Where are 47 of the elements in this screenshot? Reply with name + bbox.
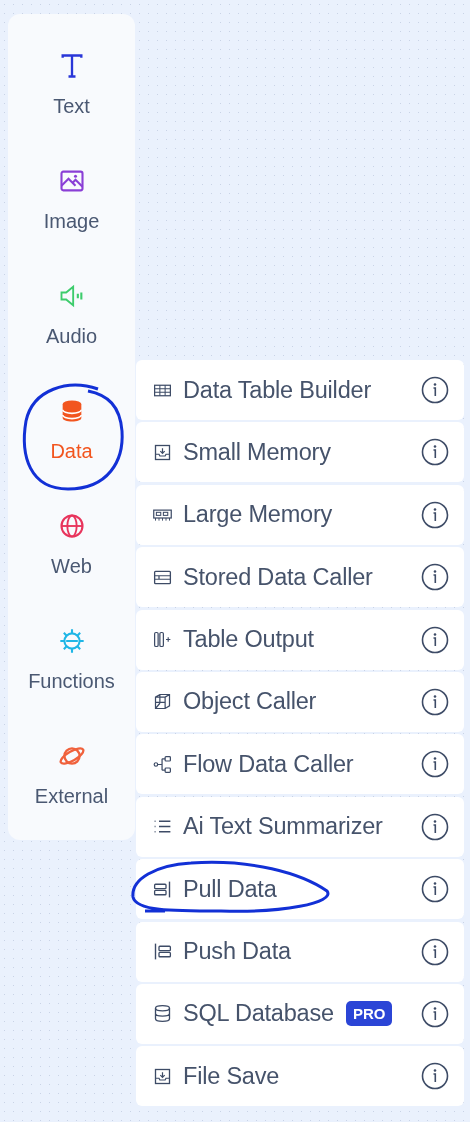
menu-item-label: Large Memory — [183, 501, 333, 529]
info-icon[interactable] — [421, 500, 449, 529]
menu-item[interactable]: Stored Data Caller — [136, 547, 464, 608]
align-left-icon — [152, 941, 173, 962]
menu-item[interactable]: Large Memory — [136, 484, 464, 545]
sidebar-item[interactable]: Image — [8, 145, 135, 260]
info-icon[interactable] — [421, 1062, 449, 1091]
menu-item-label: Small Memory — [183, 438, 331, 466]
globe-icon — [57, 512, 86, 540]
info-icon[interactable] — [421, 563, 449, 592]
sidebar-item[interactable]: Web — [8, 490, 135, 605]
gear-icon — [57, 627, 86, 655]
info-icon[interactable] — [421, 687, 449, 716]
menu-item[interactable]: File Save — [136, 1046, 464, 1107]
menu-item[interactable]: Push Data — [136, 921, 464, 982]
menu-item[interactable]: Ai Text Summarizer — [136, 796, 464, 857]
info-icon[interactable] — [421, 376, 449, 404]
menu-item[interactable]: Object Caller — [136, 671, 464, 732]
menu-item[interactable]: Small Memory — [136, 422, 464, 483]
menu-item[interactable]: Data Table Builder — [136, 360, 464, 420]
menu-item-label: SQL Database — [183, 1000, 334, 1028]
pro-badge: PRO — [345, 1001, 393, 1027]
database-icon — [152, 1003, 173, 1025]
flow-icon — [152, 753, 173, 775]
menu-item-label: Ai Text Summarizer — [183, 813, 383, 841]
menu-item-label: Stored Data Caller — [183, 563, 373, 591]
menu-item[interactable]: Flow Data Caller — [136, 734, 464, 795]
menu-item-label: Flow Data Caller — [183, 750, 354, 778]
info-icon[interactable] — [421, 750, 449, 779]
sidebar-item[interactable]: Audio — [8, 260, 135, 375]
sidebar-item[interactable]: External — [8, 720, 135, 835]
info-icon[interactable] — [421, 999, 449, 1028]
menu-item-label: Object Caller — [183, 688, 317, 716]
info-icon[interactable] — [421, 875, 449, 904]
info-icon[interactable] — [421, 438, 449, 467]
info-icon[interactable] — [421, 812, 449, 841]
menu-item-label: Push Data — [183, 938, 291, 965]
menu-item[interactable]: SQL Database PRO — [136, 983, 464, 1044]
sidebar-item[interactable]: Text — [8, 30, 135, 145]
menu-item-label: Pull Data — [183, 875, 277, 903]
info-icon[interactable] — [421, 625, 449, 654]
sidebar-item[interactable]: Functions — [8, 605, 135, 720]
menu-item-label: Data Table Builder — [183, 376, 371, 404]
menu-item-label: Table Output — [183, 626, 314, 654]
menu-item[interactable]: Table Output — [136, 609, 464, 670]
menu-item-label: File Save — [183, 1062, 280, 1090]
info-icon[interactable] — [421, 937, 449, 966]
